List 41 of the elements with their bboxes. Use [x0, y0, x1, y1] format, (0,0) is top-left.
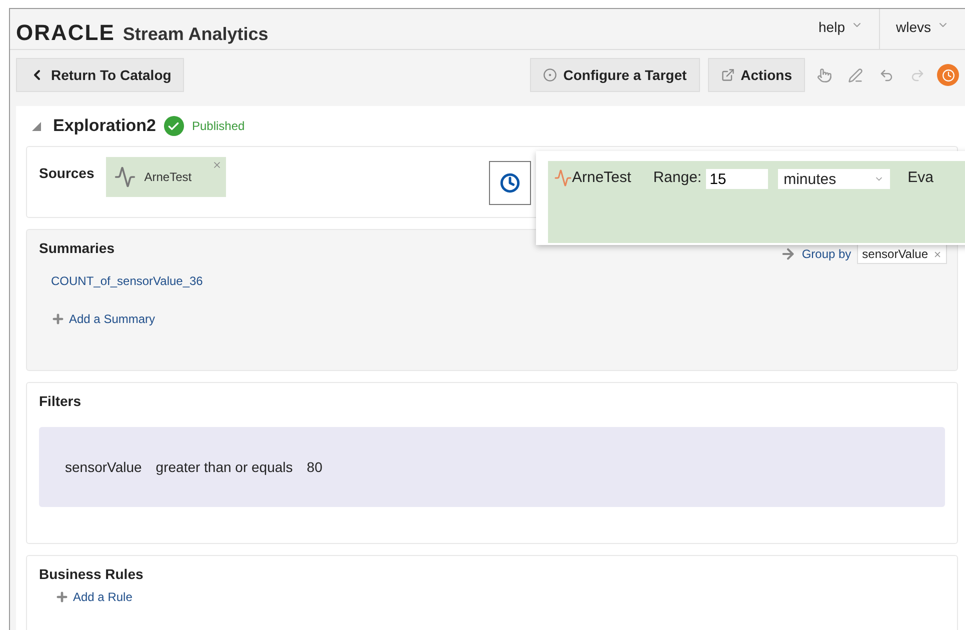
filter-operator: greater than or equals [156, 459, 293, 475]
source-name: ArneTest [572, 169, 632, 186]
close-icon[interactable] [212, 160, 222, 170]
arrow-icon [780, 246, 796, 262]
oracle-logo: ORACLE [16, 20, 115, 46]
plus-icon [51, 312, 65, 326]
check-icon [164, 116, 184, 136]
unit-select[interactable]: minutes [778, 169, 890, 189]
group-by-label: Group by [802, 247, 852, 261]
filter-value: 80 [306, 459, 322, 475]
product-name: Stream Analytics [122, 24, 268, 44]
plus-icon [55, 590, 69, 604]
collapse-icon[interactable] [32, 122, 41, 130]
source-chip[interactable]: ArneTest [106, 157, 226, 197]
filter-field: sensorValue [65, 459, 142, 475]
add-summary-button[interactable]: Add a Summary [51, 312, 945, 326]
stream-icon [554, 169, 572, 187]
menu-button[interactable]: wlevs [878, 9, 965, 49]
range-label: Range: [653, 169, 702, 186]
actions-button[interactable]: Actions [708, 58, 805, 92]
exploration-title: Exploration2 [53, 116, 156, 136]
stream-icon [114, 166, 136, 188]
configure-target-button[interactable]: Configure a Target [530, 58, 700, 92]
source-name: ArneTest [144, 170, 192, 184]
range-input[interactable]: 15 [706, 169, 768, 189]
share-icon [720, 68, 735, 82]
back-button[interactable]: Return To Catalog [16, 58, 184, 92]
target-icon [543, 68, 558, 82]
clock-icon [500, 173, 520, 193]
clock-button[interactable] [489, 161, 531, 205]
status-label: Published [192, 119, 245, 133]
section-title: Sources [39, 165, 94, 181]
section-title: Business Rules [39, 566, 144, 582]
section-title: Summaries [39, 240, 114, 256]
remove-icon[interactable] [933, 250, 942, 258]
summary-link[interactable]: COUNT_of_sensorValue_36 [51, 274, 945, 288]
group-tag[interactable]: sensorValue [857, 244, 947, 264]
menu-button[interactable]: help [802, 9, 879, 49]
evaluation-label: Eva [908, 169, 934, 186]
section-title: Filters [39, 393, 82, 409]
add-rule-button[interactable]: Add a Rule [55, 590, 132, 604]
